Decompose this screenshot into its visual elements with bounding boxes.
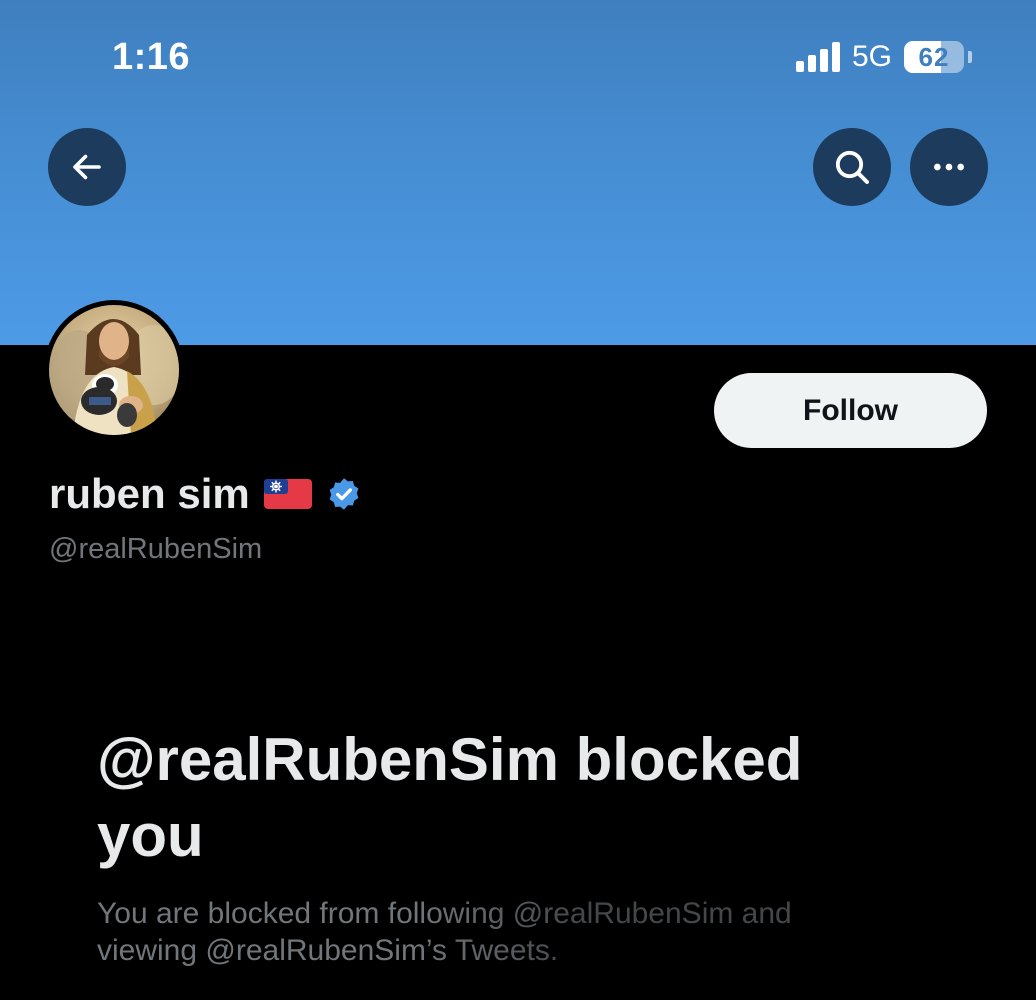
search-icon: [835, 150, 869, 184]
blocked-title: @realRubenSim blocked you: [97, 726, 803, 869]
blocked-description: You are blocked from following @realRube…: [97, 897, 792, 967]
network-type: 5G: [851, 40, 892, 73]
profile-banner: 1:16 5G 62: [0, 0, 1036, 345]
status-indicators: 5G 62: [795, 40, 972, 74]
arrow-left-icon: [73, 154, 101, 180]
search-button[interactable]: [813, 128, 891, 206]
back-button[interactable]: [48, 128, 126, 206]
battery-icon: 62: [904, 41, 964, 73]
display-name: ruben sim: [49, 470, 250, 517]
name-row: ruben sim: [49, 470, 362, 518]
follow-button[interactable]: Follow: [714, 373, 987, 448]
battery-level: 62: [918, 41, 950, 72]
status-time: 1:16: [112, 36, 191, 78]
profile-handle: @realRubenSim: [49, 533, 263, 565]
more-horizontal-icon: [934, 163, 964, 171]
taiwan-flag-icon: [263, 479, 312, 509]
verified-badge-icon[interactable]: [326, 476, 362, 512]
profile-page: 1:16 5G 62 Follow ruben sim @realRubenSi…: [0, 0, 1036, 1000]
avatar-image: [49, 305, 179, 435]
battery-nub: [968, 51, 972, 63]
signal-strength-icon: [795, 42, 840, 72]
avatar[interactable]: [44, 300, 184, 440]
more-button[interactable]: [910, 128, 988, 206]
